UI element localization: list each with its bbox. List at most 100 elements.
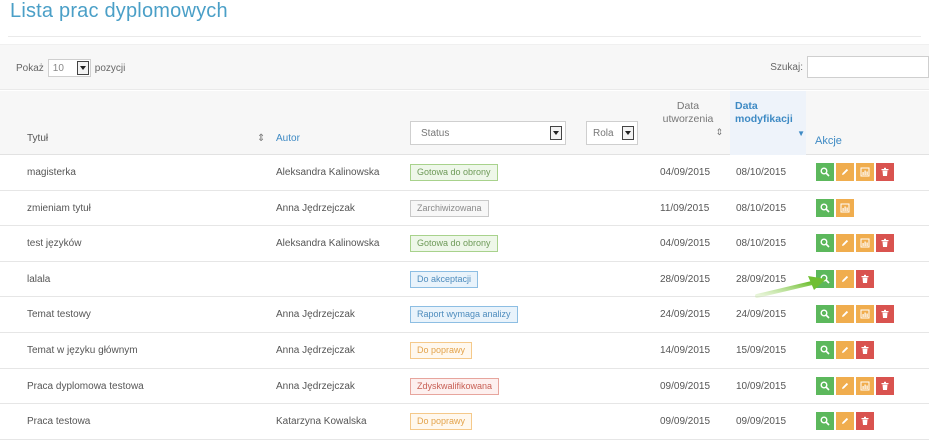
view-icon xyxy=(820,416,830,426)
edit-button[interactable] xyxy=(836,234,854,253)
row-modified-date: 28/09/2015 xyxy=(736,273,787,285)
stats-icon xyxy=(860,309,870,319)
table-header: Tytuł ⇕ Autor Status Rola Data utworzeni… xyxy=(0,91,929,155)
column-created-header[interactable]: Data utworzenia ⇕ xyxy=(650,100,726,139)
stats-button[interactable] xyxy=(836,198,854,217)
chevron-down-icon[interactable] xyxy=(622,126,634,140)
row-title[interactable]: Temat w języku głównym xyxy=(27,345,138,356)
edit-icon xyxy=(840,238,850,248)
view-icon xyxy=(820,238,830,248)
stats-icon xyxy=(860,238,870,248)
row-author: Aleksandra Kalinowska xyxy=(276,167,380,178)
view-icon xyxy=(820,381,830,391)
delete-button[interactable] xyxy=(856,340,874,359)
view-button[interactable] xyxy=(816,376,834,395)
status-badge: Do poprawy xyxy=(410,413,473,431)
view-button[interactable] xyxy=(816,305,834,324)
status-filter-select[interactable]: Status xyxy=(410,121,566,145)
row-actions xyxy=(816,234,894,253)
status-badge: Do akceptacji xyxy=(410,270,479,288)
edit-icon xyxy=(840,309,850,319)
row-title[interactable]: zmieniam tytuł xyxy=(27,203,91,214)
delete-icon xyxy=(880,238,890,248)
status-badge: Raport wymaga analizy xyxy=(410,306,518,324)
stats-button[interactable] xyxy=(856,163,874,181)
edit-icon xyxy=(840,345,850,355)
table-row: lalala Do akceptacji 28/09/2015 28/09/2015 xyxy=(0,262,929,298)
sort-both-icon[interactable]: ⇕ xyxy=(257,133,265,144)
view-icon xyxy=(820,274,830,284)
row-title[interactable]: magisterka xyxy=(27,167,76,178)
column-title-header[interactable]: Tytuł xyxy=(27,133,48,144)
row-author: Anna Jędrzejczak xyxy=(276,309,355,321)
delete-button[interactable] xyxy=(876,234,894,253)
edit-button[interactable] xyxy=(836,376,854,395)
status-badge: Gotowa do obrony xyxy=(410,164,498,181)
stats-button[interactable] xyxy=(856,305,874,324)
table-row: Praca testowa Katarzyna Kowalska Do popraw… xyxy=(0,404,929,440)
view-button[interactable] xyxy=(816,234,834,253)
table-row: Temat w języku głównym Anna Jędrzejczak Do… xyxy=(0,333,929,369)
row-created-date: 04/09/2015 xyxy=(660,167,711,178)
edit-button[interactable] xyxy=(836,269,854,288)
status-badge: Gotowa do obrony xyxy=(410,235,498,253)
delete-icon xyxy=(860,274,870,284)
delete-button[interactable] xyxy=(876,163,894,181)
row-modified-date: 08/10/2015 xyxy=(736,202,787,214)
delete-button[interactable] xyxy=(856,412,874,431)
modified-header-line2: modyfikacji xyxy=(735,113,793,125)
row-actions xyxy=(816,198,854,217)
row-title[interactable]: Temat testowy xyxy=(27,309,91,320)
delete-button[interactable] xyxy=(876,376,894,395)
row-modified-date: 10/09/2015 xyxy=(736,380,787,392)
row-created-date: 09/09/2015 xyxy=(660,416,711,428)
table-row: Praca dyplomowa testowa Anna Jędrzejczak Z… xyxy=(0,369,929,405)
stats-button[interactable] xyxy=(856,234,874,253)
row-author: Aleksandra Kalinowska xyxy=(276,238,380,250)
edit-button[interactable] xyxy=(836,305,854,324)
row-modified-date: 15/09/2015 xyxy=(736,344,787,356)
sort-desc-icon: ▼ xyxy=(797,129,805,138)
delete-button[interactable] xyxy=(856,269,874,288)
modified-header-line1: Data xyxy=(735,100,758,112)
table-row: zmieniam tytuł Anna Jędrzejczak Zarchiwizo… xyxy=(0,191,929,227)
created-header-line1: Data xyxy=(676,100,700,112)
view-button[interactable] xyxy=(816,198,834,217)
role-filter-select[interactable]: Rola xyxy=(586,121,638,145)
chevron-down-icon[interactable] xyxy=(76,61,89,75)
delete-button[interactable] xyxy=(876,305,894,324)
row-created-date: 14/09/2015 xyxy=(660,344,711,356)
search-input[interactable] xyxy=(807,56,929,78)
edit-button[interactable] xyxy=(836,163,854,181)
view-button[interactable] xyxy=(816,269,834,288)
row-actions xyxy=(816,412,874,431)
stats-icon xyxy=(860,381,870,391)
role-filter-label: Rola xyxy=(593,127,614,139)
row-created-date: 28/09/2015 xyxy=(660,273,711,285)
column-modified-header[interactable]: Data modyfikacji ▼ xyxy=(735,100,805,140)
row-title[interactable]: test języków xyxy=(27,238,81,249)
view-button[interactable] xyxy=(816,163,834,181)
row-author: Anna Jędrzejczak xyxy=(276,344,355,356)
table-body: magisterka Aleksandra Kalinowska Gotowa do… xyxy=(0,155,929,440)
view-icon xyxy=(820,203,830,213)
view-button[interactable] xyxy=(816,340,834,359)
column-author-header[interactable]: Autor xyxy=(276,133,300,144)
page-length-select[interactable]: 10 xyxy=(47,59,91,77)
row-title[interactable]: lalala xyxy=(27,274,50,285)
edit-button[interactable] xyxy=(836,412,854,431)
view-button[interactable] xyxy=(816,412,834,431)
stats-button[interactable] xyxy=(856,376,874,395)
edit-button[interactable] xyxy=(836,340,854,359)
view-icon xyxy=(820,309,830,319)
row-title[interactable]: Praca testowa xyxy=(27,416,90,427)
table-toolbar: Pokaż 10 pozycji Szukaj: xyxy=(0,44,929,90)
row-author: Anna Jędrzejczak xyxy=(276,380,355,392)
row-title[interactable]: Praca dyplomowa testowa xyxy=(27,381,144,392)
page-length-control: Pokaż 10 pozycji xyxy=(16,59,125,77)
table-row: Temat testowy Anna Jędrzejczak Raport wyma… xyxy=(0,297,929,333)
chevron-down-icon[interactable] xyxy=(550,126,562,140)
search-control: Szukaj: xyxy=(770,56,929,78)
status-badge: Do poprawy xyxy=(410,341,473,359)
row-actions xyxy=(816,163,894,181)
